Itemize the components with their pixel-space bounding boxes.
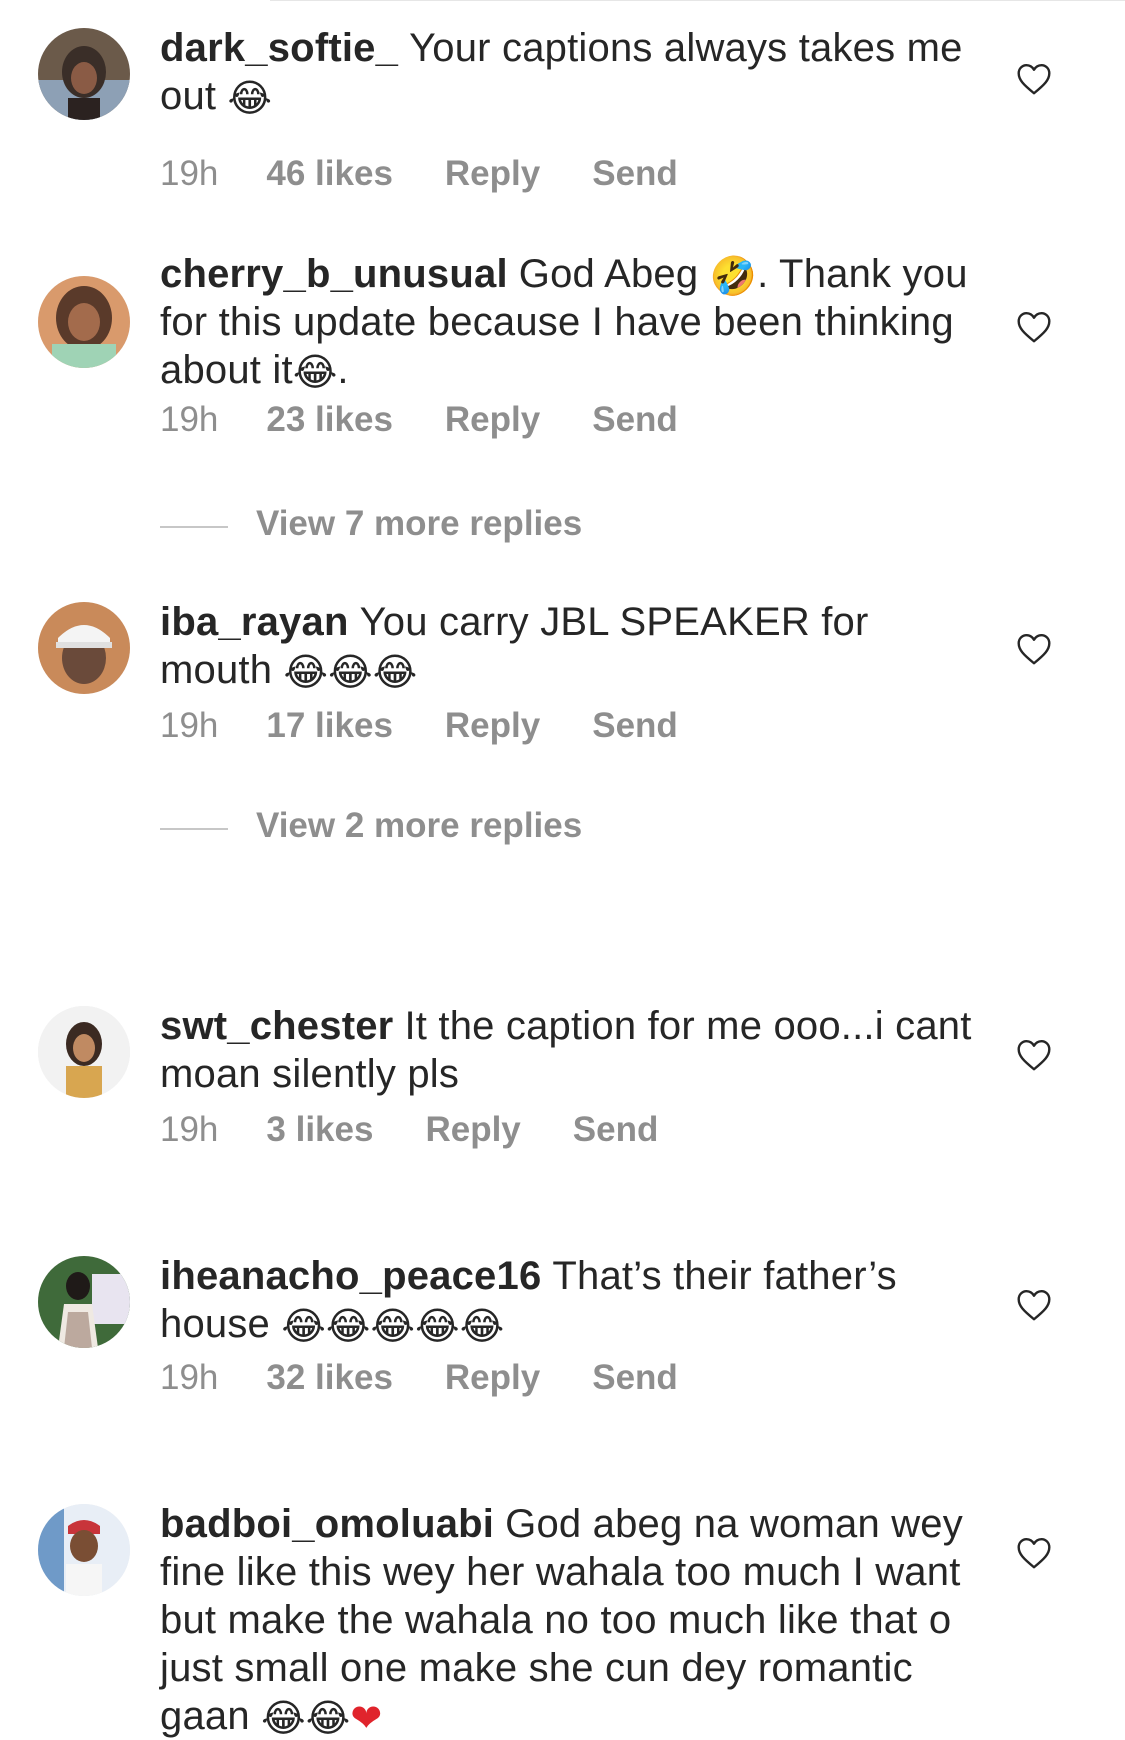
comment-likes[interactable]: 17 likes xyxy=(266,706,393,745)
heart-outline-icon[interactable] xyxy=(1016,1038,1052,1072)
comment-text: badboi_omoluabi God abeg na woman wey fin… xyxy=(160,1500,980,1740)
reply-button[interactable]: Reply xyxy=(425,1110,520,1149)
divider xyxy=(270,0,1125,1)
comment-item: iheanacho_peace16 That’s their father’s h… xyxy=(0,1252,1125,1412)
reply-button[interactable]: Reply xyxy=(445,154,540,193)
tears-of-joy-emoji: 😂😂😂 xyxy=(283,650,418,694)
comment-likes[interactable]: 3 likes xyxy=(266,1110,373,1149)
tears-of-joy-emoji: 😂😂 xyxy=(261,1696,351,1740)
send-button[interactable]: Send xyxy=(592,154,678,193)
comment-meta: 19h 23 likes Reply Send xyxy=(160,400,730,440)
comment-body: . xyxy=(337,348,349,392)
avatar[interactable] xyxy=(38,602,130,694)
avatar[interactable] xyxy=(38,28,130,120)
heart-outline-icon[interactable] xyxy=(1016,310,1052,344)
view-replies-label[interactable]: View 7 more replies xyxy=(256,504,582,544)
comment-text: iheanacho_peace16 That’s their father’s h… xyxy=(160,1252,980,1348)
send-button[interactable]: Send xyxy=(573,1110,659,1149)
comment-likes[interactable]: 32 likes xyxy=(266,1358,393,1397)
comment-text: iba_rayan You carry JBL SPEAKER for mouth… xyxy=(160,598,980,694)
avatar[interactable] xyxy=(38,1006,130,1098)
comment-item: dark_softie_ Your captions always takes m… xyxy=(0,24,1125,193)
comment-item: badboi_omoluabi God abeg na woman wey fin… xyxy=(0,1500,1125,1740)
comment-item: cherry_b_unusual God Abeg 🤣. Thank you fo… xyxy=(0,250,1125,590)
comment-username[interactable]: badboi_omoluabi xyxy=(160,1502,494,1546)
send-button[interactable]: Send xyxy=(592,1358,678,1397)
rofl-emoji: 🤣 xyxy=(709,254,758,298)
view-replies-label[interactable]: View 2 more replies xyxy=(256,806,582,846)
comment-likes[interactable]: 23 likes xyxy=(266,400,393,439)
comment-timestamp: 19h xyxy=(160,1358,219,1397)
reply-button[interactable]: Reply xyxy=(445,400,540,439)
comment-meta: 19h 17 likes Reply Send xyxy=(160,706,730,746)
replies-divider xyxy=(160,526,228,528)
comment-meta: 19h 3 likes Reply Send xyxy=(160,1110,710,1150)
tears-of-joy-emoji: 😂😂😂😂😂 xyxy=(281,1304,505,1348)
reply-button[interactable]: Reply xyxy=(445,706,540,745)
avatar[interactable] xyxy=(38,1504,130,1596)
comment-username[interactable]: iheanacho_peace16 xyxy=(160,1254,541,1298)
red-heart-emoji: ❤ xyxy=(350,1696,383,1740)
replies-divider xyxy=(160,828,228,830)
comment-timestamp: 19h xyxy=(160,154,219,193)
comment-item: iba_rayan You carry JBL SPEAKER for mouth… xyxy=(0,598,1125,928)
comment-text: cherry_b_unusual God Abeg 🤣. Thank you fo… xyxy=(160,250,980,394)
heart-outline-icon[interactable] xyxy=(1016,62,1052,96)
comment-username[interactable]: dark_softie_ xyxy=(160,26,398,70)
avatar[interactable] xyxy=(38,1256,130,1348)
comment-username[interactable]: swt_chester xyxy=(160,1004,393,1048)
comment-likes[interactable]: 46 likes xyxy=(266,154,393,193)
heart-outline-icon[interactable] xyxy=(1016,1288,1052,1322)
avatar[interactable] xyxy=(38,276,130,368)
comment-item: swt_chester It the caption for me ooo...i… xyxy=(0,1002,1125,1162)
comment-timestamp: 19h xyxy=(160,1110,219,1149)
comment-text: swt_chester It the caption for me ooo...i… xyxy=(160,1002,980,1098)
heart-outline-icon[interactable] xyxy=(1016,632,1052,666)
comment-meta: 19h 32 likes Reply Send xyxy=(160,1358,730,1398)
send-button[interactable]: Send xyxy=(592,400,678,439)
comment-timestamp: 19h xyxy=(160,706,219,745)
heart-outline-icon[interactable] xyxy=(1016,1536,1052,1570)
comment-meta: 19h 46 likes Reply Send xyxy=(160,154,730,194)
comment-username[interactable]: cherry_b_unusual xyxy=(160,252,508,296)
comment-text: dark_softie_ Your captions always takes m… xyxy=(160,24,980,120)
comment-username[interactable]: iba_rayan xyxy=(160,600,349,644)
tears-of-joy-emoji: 😂 xyxy=(292,350,338,394)
comment-timestamp: 19h xyxy=(160,400,219,439)
comments-list: dark_softie_ Your captions always takes m… xyxy=(0,0,1125,1740)
send-button[interactable]: Send xyxy=(592,706,678,745)
comment-body: God Abeg xyxy=(518,252,699,296)
tears-of-joy-emoji: 😂 xyxy=(227,76,273,120)
reply-button[interactable]: Reply xyxy=(445,1358,540,1397)
